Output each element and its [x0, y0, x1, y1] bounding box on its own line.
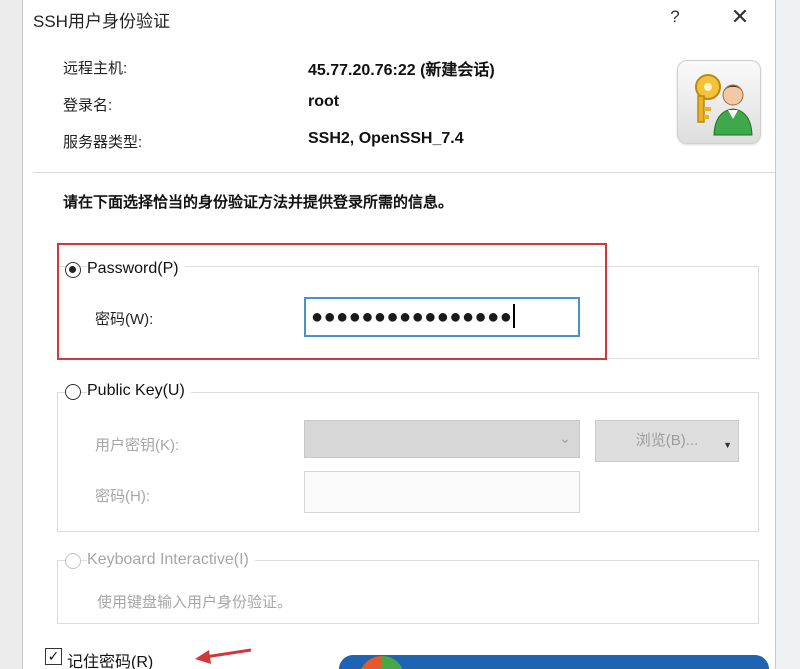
background-window-right [774, 0, 800, 669]
server-type-value: SSH2, OpenSSH_7.4 [308, 130, 464, 147]
dropdown-arrow-icon: ▼ [723, 440, 732, 450]
browse-button[interactable]: 浏览(B)... ▼ [595, 420, 739, 462]
user-key-select[interactable]: ⌄ [304, 420, 580, 458]
separator [33, 172, 775, 173]
public-key-radio[interactable] [65, 384, 81, 400]
public-key-option-label[interactable]: Public Key(U) [87, 382, 191, 400]
user-key-label: 用户密钥(K): [95, 437, 180, 454]
remember-checkbox[interactable]: ✓ [45, 648, 62, 665]
background-window-left [0, 0, 22, 669]
keys-user-icon [677, 60, 761, 144]
title-bar: SSH用户身份验证 ? ✕ [23, 0, 775, 36]
highlight-box [57, 243, 607, 360]
keyboard-option-label[interactable]: Keyboard Interactive(I) [87, 551, 255, 569]
dialog-title: SSH用户身份验证 [33, 12, 170, 31]
chevron-down-icon: ⌄ [559, 430, 571, 446]
keyboard-radio[interactable] [65, 553, 81, 569]
red-arrow-icon [195, 648, 252, 664]
close-button[interactable]: ✕ [725, 3, 755, 31]
host-label: 远程主机: [63, 60, 128, 77]
login-label: 登录名: [63, 97, 113, 114]
remember-label[interactable]: 记住密码(R) [67, 648, 153, 669]
login-value: root [308, 93, 340, 110]
app-logo-icon [361, 655, 403, 669]
passphrase-input[interactable] [304, 471, 580, 513]
passphrase-label: 密码(H): [95, 488, 150, 505]
help-button[interactable]: ? [663, 4, 687, 30]
host-value: 45.77.20.76:22 (新建会话) [308, 62, 495, 79]
browse-button-label: 浏览(B)... [635, 432, 699, 449]
ssh-auth-dialog: SSH用户身份验证 ? ✕ 远程主机: 45.77.20.76:22 (新建会话… [22, 0, 776, 669]
keyboard-description: 使用键盘输入用户身份验证。 [97, 594, 293, 611]
instruction-text: 请在下面选择恰当的身份验证方法并提供登录所需的信息。 [63, 194, 454, 211]
server-type-label: 服务器类型: [63, 134, 143, 151]
